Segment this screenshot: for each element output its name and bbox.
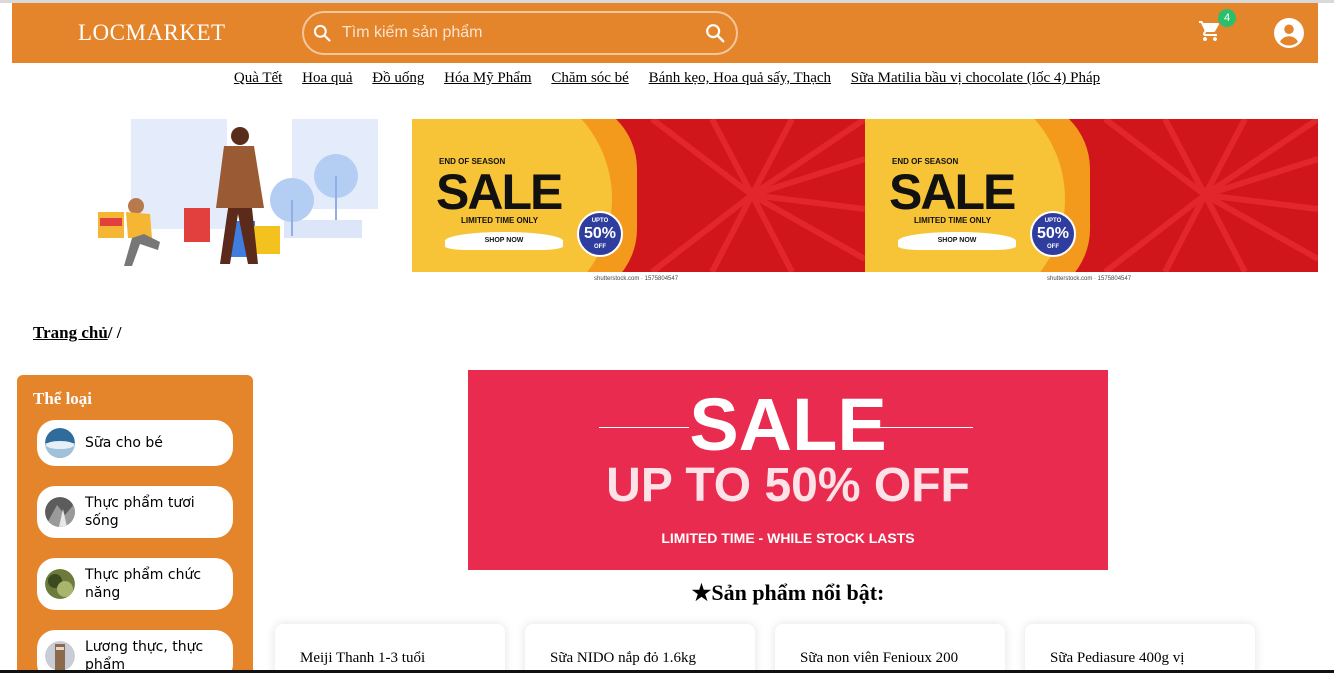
banner-shop-now-button[interactable]: SHOP NOW — [898, 232, 1016, 250]
featured-heading: ★Sản phẩm nổi bật: — [691, 580, 885, 605]
product-name: Sữa non viên Fenioux 200 — [800, 650, 959, 666]
nav-link-banh-keo[interactable]: Bánh kẹo, Hoa quả sấy, Thạch — [649, 70, 831, 86]
product-card[interactable]: Sữa Pediasure 400g vị — [1025, 624, 1255, 673]
sidebar-item-label: Thực phẩm tươi sống — [85, 495, 195, 529]
banner-discount-badge: UPTO 50% OFF — [1030, 211, 1076, 257]
account-icon[interactable] — [1274, 18, 1304, 48]
site-header: LOCMARKET 4 — [12, 3, 1318, 63]
badge-upto: UPTO — [1044, 218, 1062, 224]
banner-credit-2: shutterstock.com · 1575804547 — [1047, 276, 1132, 282]
badge-upto: UPTO — [591, 218, 609, 224]
sidebar-title: Thể loại — [33, 389, 93, 408]
product-card[interactable]: Meiji Thanh 1-3 tuổi — [275, 624, 505, 673]
promo-headline: SALE — [689, 383, 887, 466]
banner-headline: SALE — [889, 164, 1016, 220]
sidebar-item-thuc-pham-tuoi-song[interactable]: Thực phẩm tươi sống — [37, 486, 233, 538]
banner-credit-1: shutterstock.com · 1575804547 — [594, 276, 679, 282]
site-logo[interactable]: LOCMARKET — [78, 20, 226, 46]
search-bar — [302, 11, 738, 55]
banner-subline: LIMITED TIME ONLY — [914, 216, 992, 225]
sidebar-item-label: Lương thực, thực phẩm — [85, 639, 204, 673]
nav-link-hoa-qua[interactable]: Hoa quả — [302, 70, 352, 86]
search-input[interactable] — [342, 19, 692, 47]
nav-link-do-uong[interactable]: Đồ uống — [372, 70, 424, 86]
search-icon — [313, 24, 331, 42]
sidebar-item-label: Sữa cho bé — [85, 435, 163, 451]
sale-banner-2[interactable]: END OF SEASON SALE LIMITED TIME ONLY SHO… — [865, 119, 1318, 272]
sidebar-item-luong-thuc-thuc-pham[interactable]: Lương thực, thực phẩm — [37, 630, 233, 673]
cart-count-badge: 4 — [1218, 9, 1236, 27]
breadcrumb-separator: / / — [107, 323, 122, 342]
category-sidebar: Thể loại Sữa cho bé Thực phẩm tươi sống … — [17, 375, 253, 673]
product-name: Meiji Thanh 1-3 tuổi — [300, 650, 426, 666]
category-nav: Quà Tết Hoa quả Đồ uống Hóa Mỹ Phẩm Chăm… — [0, 70, 1334, 92]
product-name: Sữa NIDO nắp đỏ 1.6kg — [550, 650, 697, 666]
nav-link-hoa-my-pham[interactable]: Hóa Mỹ Phẩm — [444, 70, 532, 86]
badge-off: OFF — [1047, 244, 1059, 250]
nav-link-cham-soc-be[interactable]: Chăm sóc bé — [551, 70, 628, 86]
nav-link-qua-tet[interactable]: Quà Tết — [234, 70, 282, 86]
badge-value: 50% — [583, 225, 617, 242]
search-submit-icon[interactable] — [704, 22, 726, 44]
badge-off: OFF — [594, 244, 606, 250]
breadcrumb: Trang chủ/ / — [33, 323, 122, 343]
product-name: Sữa Pediasure 400g vị — [1050, 650, 1185, 666]
banner-discount-badge: UPTO 50% OFF — [577, 211, 623, 257]
banner-subline: LIMITED TIME ONLY — [461, 216, 539, 225]
category-thumbnail — [45, 641, 75, 671]
promo-banner[interactable]: SALE UP TO 50% OFF LIMITED TIME - WHILE … — [468, 370, 1108, 570]
badge-value: 50% — [1036, 225, 1070, 242]
breadcrumb-home-link[interactable]: Trang chủ — [33, 323, 108, 342]
shopping-illustration — [98, 119, 378, 266]
category-thumbnail — [45, 497, 75, 527]
promo-note: LIMITED TIME - WHILE STOCK LASTS — [661, 530, 915, 546]
nav-link-sua-matilia[interactable]: Sữa Matilia bầu vị chocolate (lốc 4) Phá… — [851, 70, 1100, 86]
sidebar-item-sua-cho-be[interactable]: Sữa cho bé — [37, 420, 233, 466]
promo-subline: UP TO 50% OFF — [606, 459, 970, 512]
sale-banner-1[interactable]: END OF SEASON SALE LIMITED TIME ONLY SHO… — [412, 119, 865, 272]
banner-headline: SALE — [436, 164, 563, 220]
category-thumbnail — [45, 428, 75, 458]
product-card[interactable]: Sữa NIDO nắp đỏ 1.6kg — [525, 624, 755, 673]
product-card[interactable]: Sữa non viên Fenioux 200 — [775, 624, 1005, 673]
banner-shop-now-button[interactable]: SHOP NOW — [445, 232, 563, 250]
